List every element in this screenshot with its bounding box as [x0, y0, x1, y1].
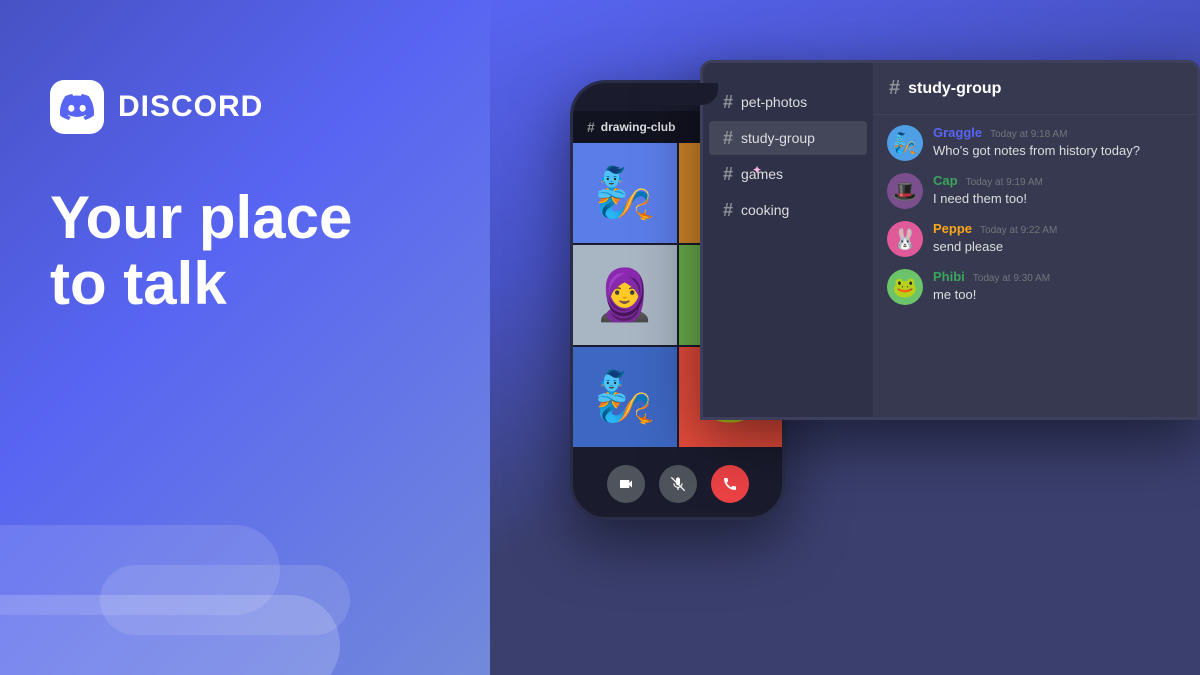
channel-name-label: games: [741, 166, 783, 182]
tagline-line2: to talk: [50, 251, 352, 317]
laptop-mockup: # pet-photos # study-group # games # coo…: [700, 60, 1200, 420]
message-content-phibi: Phibi Today at 9:30 AM me too!: [933, 269, 1183, 304]
left-section: DISCORD Your place to talk: [0, 0, 490, 675]
avatar-5: 🧞: [594, 368, 656, 427]
chat-hash-icon: #: [889, 77, 900, 100]
chat-messages: 🧞 Graggle Today at 9:18 AM Who's got not…: [873, 115, 1197, 417]
message-text-phibi: me too!: [933, 286, 1183, 304]
message-content-peppe: Peppe Today at 9:22 AM send please: [933, 221, 1183, 256]
hash-icon: #: [723, 165, 733, 183]
author-peppe: Peppe: [933, 221, 972, 236]
tagline: Your place to talk: [50, 185, 352, 317]
message-peppe: 🐰 Peppe Today at 9:22 AM send please: [887, 221, 1183, 257]
chat-header: # study-group: [873, 63, 1197, 115]
end-call-button[interactable]: [711, 465, 749, 503]
discord-svg: [60, 90, 94, 124]
discord-icon: [50, 80, 104, 134]
mic-icon: [670, 476, 686, 492]
chat-channel-title: study-group: [908, 80, 1001, 98]
channel-name-label: pet-photos: [741, 94, 807, 110]
author-cap: Cap: [933, 173, 958, 188]
message-phibi: 🐸 Phibi Today at 9:30 AM me too!: [887, 269, 1183, 305]
channel-item-study-group[interactable]: # study-group: [709, 121, 867, 155]
author-phibi: Phibi: [933, 269, 965, 284]
video-cell-3: 🧕: [573, 245, 677, 345]
hash-icon: #: [723, 201, 733, 219]
timestamp-phibi: Today at 9:30 AM: [973, 273, 1050, 284]
message-content-cap: Cap Today at 9:19 AM I need them too!: [933, 173, 1183, 208]
channel-item-games[interactable]: # games: [709, 157, 867, 191]
phone-channel-name: drawing-club: [601, 120, 676, 134]
tagline-line1: Your place: [50, 185, 352, 251]
avatar-cap: 🎩: [887, 173, 923, 209]
phone-notch: [638, 83, 718, 105]
message-header-graggle: Graggle Today at 9:18 AM: [933, 125, 1183, 140]
video-toggle-button[interactable]: [607, 465, 645, 503]
video-cell-5: 🧞: [573, 347, 677, 447]
laptop-inner: # pet-photos # study-group # games # coo…: [703, 63, 1197, 417]
phone-hash-icon: #: [587, 119, 595, 135]
message-graggle: 🧞 Graggle Today at 9:18 AM Who's got not…: [887, 125, 1183, 161]
chat-panel: # study-group 🧞 Graggle Today at 9:18 AM…: [873, 63, 1197, 417]
message-cap: 🎩 Cap Today at 9:19 AM I need them too!: [887, 173, 1183, 209]
cloud-decoration: [0, 595, 340, 675]
avatar-peppe: 🐰: [887, 221, 923, 257]
channel-name-label: study-group: [741, 130, 815, 146]
video-cell-1: 🧞: [573, 143, 677, 243]
timestamp-graggle: Today at 9:18 AM: [990, 129, 1067, 140]
channel-item-pet-photos[interactable]: # pet-photos: [709, 85, 867, 119]
channel-list: # pet-photos # study-group # games # coo…: [703, 63, 873, 417]
end-call-icon: [722, 476, 738, 492]
avatar-1: 🧞: [594, 164, 656, 223]
discord-logo: DISCORD: [50, 80, 263, 134]
video-icon: [618, 476, 634, 492]
message-text-peppe: send please: [933, 238, 1183, 256]
timestamp-peppe: Today at 9:22 AM: [980, 225, 1057, 236]
message-text-cap: I need them too!: [933, 190, 1183, 208]
channel-name-label: cooking: [741, 202, 789, 218]
timestamp-cap: Today at 9:19 AM: [966, 177, 1043, 188]
mute-button[interactable]: [659, 465, 697, 503]
message-content-graggle: Graggle Today at 9:18 AM Who's got notes…: [933, 125, 1183, 160]
message-header-phibi: Phibi Today at 9:30 AM: [933, 269, 1183, 284]
avatar-3: 🧕: [594, 266, 656, 325]
message-header-peppe: Peppe Today at 9:22 AM: [933, 221, 1183, 236]
message-text-graggle: Who's got notes from history today?: [933, 142, 1183, 160]
hash-icon: #: [723, 129, 733, 147]
message-header-cap: Cap Today at 9:19 AM: [933, 173, 1183, 188]
right-section: ✦ # drawing-club ✦ 🧞 🤠 🧕 🐸 🧞: [490, 0, 1200, 675]
channel-item-cooking[interactable]: # cooking: [709, 193, 867, 227]
avatar-phibi: 🐸: [887, 269, 923, 305]
phone-controls: [573, 465, 782, 503]
author-graggle: Graggle: [933, 125, 982, 140]
discord-wordmark: DISCORD: [118, 90, 263, 124]
phone-sparkle-icon: ✦: [752, 163, 762, 177]
hash-icon: #: [723, 93, 733, 111]
avatar-graggle: 🧞: [887, 125, 923, 161]
